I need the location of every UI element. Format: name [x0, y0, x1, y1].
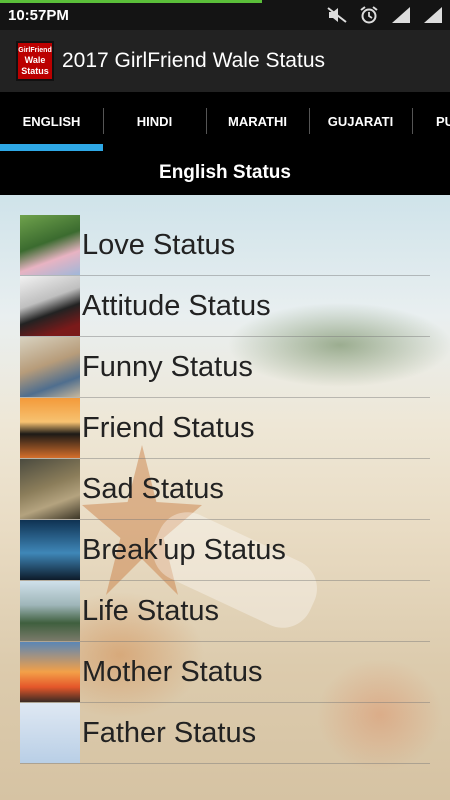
list-item[interactable]: Attitude Status: [20, 276, 430, 337]
status-bar: 10:57PM: [0, 0, 450, 30]
category-thumbnail: [20, 459, 80, 519]
signal-icon: [390, 6, 412, 24]
status-progress-line: [0, 0, 262, 3]
alarm-icon: [358, 6, 380, 24]
list-item-label: Mother Status: [82, 655, 263, 688]
app-title: 2017 GirlFriend Wale Status: [62, 49, 326, 72]
app-logo: GirlFriend Wale Status: [16, 41, 54, 81]
list-item[interactable]: Friend Status: [20, 398, 430, 459]
list-item[interactable]: Love Status: [20, 215, 430, 276]
list-item-label: Father Status: [82, 716, 257, 749]
status-category-list: Love Status Attitude Status Funny Status…: [20, 215, 430, 764]
category-thumbnail: [20, 520, 80, 580]
tab-english[interactable]: ENGLISH: [0, 92, 103, 151]
signal-icon: [422, 6, 444, 24]
tab-punjabi[interactable]: PU: [412, 92, 450, 151]
category-thumbnail: [20, 276, 80, 336]
list-item-label: Sad Status: [82, 472, 224, 505]
mute-icon: [326, 6, 348, 24]
category-thumbnail: [20, 703, 80, 763]
category-thumbnail: [20, 337, 80, 397]
list-item[interactable]: Break'up Status: [20, 520, 430, 581]
list-item[interactable]: Life Status: [20, 581, 430, 642]
status-icons: [326, 6, 444, 24]
tab-hindi[interactable]: HINDI: [103, 92, 206, 151]
list-item-label: Attitude Status: [82, 289, 271, 322]
section-title: English Status: [0, 151, 450, 195]
list-item-label: Funny Status: [82, 350, 253, 383]
category-thumbnail: [20, 642, 80, 702]
list-item-label: Break'up Status: [82, 533, 286, 566]
list-item-label: Friend Status: [82, 411, 255, 444]
category-thumbnail: [20, 398, 80, 458]
list-item[interactable]: Sad Status: [20, 459, 430, 520]
category-thumbnail: [20, 581, 80, 641]
list-item-label: Love Status: [82, 228, 236, 261]
status-time: 10:57PM: [8, 7, 69, 24]
content-area: Love Status Attitude Status Funny Status…: [0, 195, 450, 800]
app-bar: GirlFriend Wale Status 2017 GirlFriend W…: [0, 30, 450, 92]
list-item[interactable]: Funny Status: [20, 337, 430, 398]
list-item-label: Life Status: [82, 594, 220, 627]
list-item[interactable]: Father Status: [20, 703, 430, 764]
list-item[interactable]: Mother Status: [20, 642, 430, 703]
language-tabs: ENGLISH HINDI MARATHI GUJARATI PU: [0, 92, 450, 151]
tab-marathi[interactable]: MARATHI: [206, 92, 309, 151]
category-thumbnail: [20, 215, 80, 275]
tab-gujarati[interactable]: GUJARATI: [309, 92, 412, 151]
